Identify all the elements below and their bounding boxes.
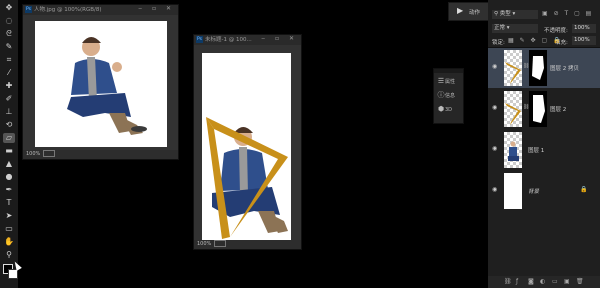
status-bar: 100%	[23, 150, 178, 159]
layer-style-icon[interactable]: ƒ	[516, 278, 518, 285]
zoom-level: 100%	[26, 151, 41, 157]
info-icon: ⓘ	[437, 91, 445, 99]
layer-name[interactable]: 图层 2 拷贝	[550, 64, 579, 72]
document-window-untitled[interactable]: Ps 未标题-1 @ 100... ‒ ▫ ✕ 100%	[193, 34, 302, 250]
clone-stamp-tool-icon[interactable]: ⊥	[3, 107, 15, 117]
visibility-eye-icon[interactable]: ◉	[492, 187, 499, 193]
lasso-tool-icon[interactable]: ᘓ	[3, 29, 15, 39]
brush-tool-icon[interactable]: ✐	[3, 94, 15, 104]
pen-tool-icon[interactable]: ✒	[3, 185, 15, 195]
canvas[interactable]	[202, 53, 291, 241]
layer-name[interactable]: 背景	[528, 187, 539, 195]
actions-panel-button[interactable]: ▶ 动作	[448, 2, 490, 21]
move-tool-icon[interactable]: ✥	[3, 3, 15, 13]
layer-thumbnail	[504, 173, 522, 209]
layer-name[interactable]: 图层 1	[528, 146, 544, 154]
photoshop-icon: Ps	[196, 36, 203, 43]
add-mask-icon[interactable]: ◙	[528, 278, 534, 285]
type-tool-icon[interactable]: T	[3, 198, 15, 208]
filter-type-icons[interactable]: ▣ ⊘ T ▢ ▤	[542, 10, 593, 17]
layer-name[interactable]: 图层 2	[550, 105, 566, 113]
tools-panel: ✥ ◌ ᘓ ✎ ⌗ ⁄ ✚ ✐ ⊥ ⟲ ▱ ▬ ▲ ● ✒ T ➤ ▭ ✋ ⚲	[0, 0, 18, 288]
layer-row-layer2[interactable]: ◉ ⛓ 图层 2	[488, 89, 600, 129]
visibility-eye-icon[interactable]: ◉	[492, 64, 499, 70]
marquee-tool-icon[interactable]: ◌	[3, 16, 15, 26]
gradient-tool-icon[interactable]: ▬	[3, 146, 15, 156]
actions-label: 动作	[469, 10, 481, 16]
panel-grip[interactable]	[434, 69, 463, 73]
layer-thumbnail	[504, 50, 522, 86]
zoom-tool-icon[interactable]: ⚲	[3, 250, 15, 260]
lock-icon: 🔒	[580, 186, 588, 193]
adjustment-layer-icon[interactable]: ◐	[540, 278, 545, 285]
delete-layer-icon[interactable]: 🗑	[576, 278, 584, 285]
opacity-label: 不透明度:	[544, 28, 568, 34]
history-brush-tool-icon[interactable]: ⟲	[3, 120, 15, 130]
fill-label: 填充:	[555, 40, 568, 46]
eraser-tool-icon[interactable]: ▱	[3, 133, 15, 143]
3d-panel-button[interactable]: ⬢3D	[437, 103, 463, 115]
quick-select-tool-icon[interactable]: ✎	[3, 42, 15, 52]
opacity-input[interactable]: 100%	[572, 24, 596, 33]
window-controls[interactable]: ‒ ▫ ✕	[138, 5, 175, 12]
layer-mask-thumbnail[interactable]	[529, 91, 547, 127]
layer-row-layer2-copy[interactable]: ◉ ⛓ 图层 2 拷贝	[488, 48, 600, 88]
layers-bottom-bar: ⛓ ƒ ◙ ◐ ▭ ▣ 🗑	[488, 276, 600, 288]
person-photo	[67, 37, 147, 135]
crop-tool-icon[interactable]: ⌗	[3, 55, 15, 65]
document-window-portrait[interactable]: Ps 人物.jpg @ 100%(RGB/8) ‒ ▫ ✕ 100%	[22, 4, 179, 160]
layer-row-layer1[interactable]: ◉ 图层 1	[488, 130, 600, 170]
blend-mode-select[interactable]: 正常 ▾	[492, 24, 538, 33]
healing-brush-tool-icon[interactable]: ✚	[3, 81, 15, 91]
collapsed-panel-dock: ☰属性 ⓘ信息 ⬢3D	[433, 68, 464, 124]
visibility-eye-icon[interactable]: ◉	[492, 146, 499, 152]
layer-thumbnail	[504, 91, 522, 127]
doc-info-icon[interactable]	[214, 240, 227, 247]
link-layers-icon[interactable]: ⛓	[504, 278, 512, 285]
eyedropper-tool-icon[interactable]: ⁄	[3, 68, 15, 78]
blur-tool-icon[interactable]: ▲	[3, 159, 15, 169]
dodge-tool-icon[interactable]: ●	[3, 172, 15, 182]
zoom-level: 100%	[197, 241, 212, 247]
window-controls[interactable]: ‒ ▫ ✕	[261, 35, 298, 42]
photoshop-icon: Ps	[25, 6, 32, 13]
visibility-eye-icon[interactable]: ◉	[492, 105, 499, 111]
document-title: 人物.jpg @ 100%(RGB/8)	[34, 7, 102, 13]
properties-icon: ☰	[437, 77, 445, 85]
layer-thumbnail	[504, 132, 522, 168]
layers-panel: ⚲ 类型 ▾ ▣ ⊘ T ▢ ▤ 正常 ▾ 不透明度: 100% 锁定: ▦ ✎…	[488, 0, 600, 288]
path-selection-tool-icon[interactable]: ➤	[3, 211, 15, 221]
layer-row-background[interactable]: ◉ 背景 🔒	[488, 171, 600, 211]
new-group-icon[interactable]: ▭	[552, 278, 558, 285]
doc-info-icon[interactable]	[43, 150, 56, 157]
hand-tool-icon[interactable]: ✋	[3, 237, 15, 247]
layer-mask-thumbnail[interactable]	[529, 50, 547, 86]
canvas[interactable]	[35, 21, 167, 147]
fill-input[interactable]: 100%	[572, 36, 596, 45]
3d-icon: ⬢	[437, 105, 445, 113]
new-layer-icon[interactable]: ▣	[564, 278, 570, 285]
document-title: 未标题-1 @ 100...	[205, 37, 252, 43]
composite-artwork	[206, 117, 288, 239]
info-panel-button[interactable]: ⓘ信息	[437, 89, 463, 101]
play-icon: ▶	[457, 6, 464, 15]
properties-panel-button[interactable]: ☰属性	[437, 75, 463, 87]
status-bar: 100%	[194, 240, 301, 249]
layer-filter-select[interactable]: ⚲ 类型 ▾	[492, 10, 538, 19]
rectangle-tool-icon[interactable]: ▭	[3, 224, 15, 234]
lock-label: 锁定:	[492, 40, 505, 46]
